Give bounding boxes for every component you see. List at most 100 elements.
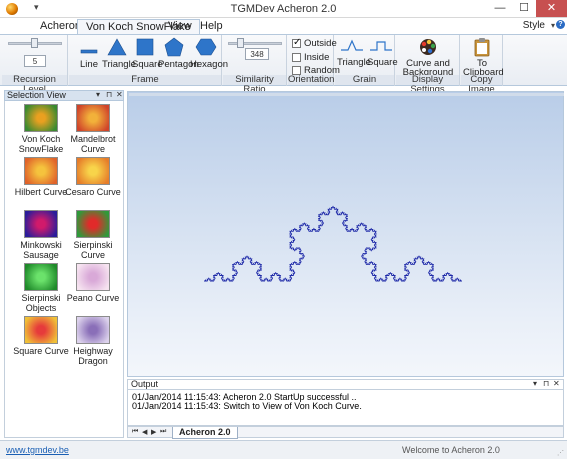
- selection-item-label: Sierpinski Objects: [12, 293, 70, 313]
- pin-dropdown-icon[interactable]: ▾: [96, 90, 100, 99]
- last-tab-icon[interactable]: ⏭: [160, 428, 166, 436]
- similarity-ratio-group: 348 Similarity Ratio: [223, 35, 287, 95]
- line-icon: [80, 49, 98, 54]
- next-tab-icon[interactable]: ▶: [151, 428, 156, 436]
- output-tab-acheron[interactable]: Acheron 2.0: [172, 427, 238, 439]
- recursion-level-group: 5 Recursion Level: [2, 35, 68, 95]
- tab-help[interactable]: Help: [192, 19, 231, 34]
- outside-checkbox[interactable]: [292, 37, 301, 48]
- recursion-level-spinner[interactable]: 5: [24, 55, 46, 67]
- minkowski-thumb-icon: [24, 210, 58, 238]
- help-icon[interactable]: ?: [556, 20, 565, 29]
- selection-item-label-line1: Von Koch: [21, 134, 61, 144]
- inside-label: Inside: [304, 52, 330, 63]
- frame-triangle-label: Triangle: [102, 59, 136, 70]
- selection-item-label-line1: Cesaro Curve: [65, 187, 121, 197]
- selection-item-label-line2: Objects: [25, 303, 57, 313]
- display-settings-group: Curve and Background Color Display Setti…: [396, 35, 460, 95]
- triangle-icon: [107, 38, 127, 56]
- copy-to-clipboard-button[interactable]: To Clipboard: [463, 37, 504, 77]
- grain-group: Triangle Square Grain: [335, 35, 398, 86]
- ribbon-tab-row: Acheron Von Koch SnowFlake View Help Sty…: [0, 18, 567, 34]
- selection-item-label: Hilbert Curve: [12, 187, 70, 197]
- style-menu[interactable]: Style: [523, 20, 545, 31]
- output-close-icon[interactable]: ✕: [553, 379, 560, 388]
- selection-item-label: Peano Curve: [64, 293, 122, 303]
- selection-item-label-line2: SnowFlake: [18, 144, 64, 154]
- frame-triangle-button[interactable]: Triangle: [102, 37, 136, 70]
- chevron-down-icon[interactable]: ▾: [551, 21, 555, 30]
- selection-item-label: Sierpinski Curve: [64, 240, 122, 260]
- output-pin-icon[interactable]: ▾: [533, 379, 537, 388]
- resize-grip-icon[interactable]: ⋰: [557, 449, 564, 457]
- output-dock-icon[interactable]: ⊓: [543, 379, 549, 388]
- square-icon: [136, 38, 154, 56]
- grain-triangle-button[interactable]: Triangle: [337, 37, 371, 68]
- selection-item-label: Von Koch SnowFlake: [12, 134, 70, 154]
- sierpinski-objects-thumb-icon: [24, 263, 58, 291]
- inside-checkbox[interactable]: [292, 53, 301, 62]
- selection-item-label-line1: Sierpinski Curve: [73, 240, 113, 260]
- selection-item-label-line2: Curve: [80, 144, 105, 154]
- selection-item-label-line1: Mandelbrot: [70, 134, 116, 144]
- minimize-button[interactable]: —: [488, 0, 512, 17]
- pentagon-icon: [164, 37, 184, 57]
- selection-item-label: Heighway Dragon: [64, 346, 122, 366]
- frame-hexagon-button[interactable]: Hexagon: [190, 37, 228, 70]
- ribbon: 5 Recursion Level Line Triangle Square P…: [0, 34, 567, 95]
- similarity-ratio-label: Similarity Ratio: [223, 75, 286, 95]
- status-bar: www.tgmdev.be Welcome to Acheron 2.0 ⋰: [0, 440, 567, 459]
- selection-item-label-line1: Peano Curve: [66, 293, 120, 303]
- selection-item-label: Cesaro Curve: [64, 187, 122, 197]
- copy-image-label: Copy Image: [461, 75, 502, 95]
- selection-item-label-line1: Sierpinski: [21, 293, 61, 303]
- hexagon-icon: [195, 38, 216, 56]
- selection-item-label-line2: Dragon: [78, 356, 108, 366]
- peano-thumb-icon: [76, 263, 110, 291]
- selection-item-label-line2: Sausage: [23, 250, 59, 260]
- recursion-slider-thumb[interactable]: [31, 38, 38, 48]
- square-curve-thumb-icon: [24, 316, 58, 344]
- triangle-wave-icon: [341, 39, 363, 51]
- frame-group: Line Triangle Square Pentagon Hexagon Fr…: [69, 35, 228, 86]
- first-tab-icon[interactable]: ⏮: [132, 428, 138, 436]
- frame-square-button[interactable]: Square: [132, 37, 163, 70]
- similarity-slider-thumb[interactable]: [237, 38, 244, 48]
- von-koch-curve: [204, 205, 462, 282]
- grain-square-button[interactable]: Square: [367, 37, 398, 68]
- fractal-canvas[interactable]: [127, 91, 564, 377]
- selection-item-label-line1: Hilbert Curve: [14, 187, 68, 197]
- frame-pentagon-button[interactable]: Pentagon: [158, 37, 199, 70]
- output-log: 01/Jan/2014 11:15:43: Acheron 2.0 StartU…: [127, 390, 564, 426]
- dock-icon[interactable]: ⊓: [106, 90, 112, 99]
- output-header: Output: [127, 379, 564, 390]
- selection-item-label-line1: Minkowski: [20, 240, 62, 250]
- koch-curve-path: [204, 205, 462, 282]
- maximize-button[interactable]: ☐: [512, 0, 536, 17]
- display-settings-label: Display Settings: [396, 75, 459, 95]
- grain-square-label: Square: [367, 57, 398, 68]
- selection-item-label-line1: Heighway: [73, 346, 113, 356]
- website-link[interactable]: www.tgmdev.be: [6, 445, 69, 455]
- orientation-label: Orientation: [288, 74, 335, 85]
- selection-item-label: Square Curve: [12, 346, 70, 356]
- selection-item-label-line1: Square Curve: [13, 346, 69, 356]
- output-tab-strip: ⏮ ◀ ▶ ⏭ Acheron 2.0: [127, 426, 564, 439]
- hilbert-thumb-icon: [24, 157, 58, 185]
- close-panel-icon[interactable]: ✕: [116, 90, 123, 99]
- close-button[interactable]: ✕: [536, 0, 567, 17]
- orientation-group: Outside Inside Random Orientation: [288, 35, 340, 86]
- grain-triangle-label: Triangle: [337, 57, 371, 68]
- vonkoch-thumb-icon: [24, 104, 58, 132]
- recursion-level-label: Recursion Level: [2, 75, 67, 95]
- square-wave-icon: [369, 41, 392, 51]
- window-title: TGMDev Acheron 2.0: [230, 3, 337, 15]
- frame-line-button[interactable]: Line: [77, 37, 101, 70]
- cesaro-thumb-icon: [76, 157, 110, 185]
- sierpinski-curve-thumb-icon: [76, 210, 110, 238]
- copy-image-group: To Clipboard Copy Image: [461, 35, 504, 95]
- prev-tab-icon[interactable]: ◀: [142, 428, 147, 436]
- similarity-ratio-spinner[interactable]: 348: [245, 48, 269, 60]
- dragon-thumb-icon: [76, 316, 110, 344]
- clipboard-icon: [474, 38, 490, 57]
